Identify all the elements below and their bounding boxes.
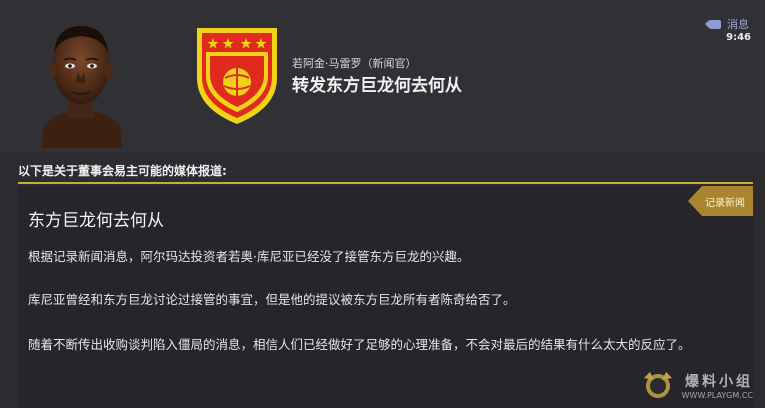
player-avatar bbox=[42, 26, 122, 148]
site-watermark: 爆料小组 WWW.PLAYGM.CC bbox=[640, 370, 753, 400]
article-paragraph: 库尼亚曾经和东方巨龙讨论过接管的事宜，但是他的提议被东方巨龙所有者陈奇给否了。 bbox=[28, 292, 516, 307]
article-paragraph: 根据记录新闻消息，阿尔玛达投资者若奥·库尼亚已经没了接管东方巨龙的兴趣。 bbox=[28, 249, 470, 264]
message-tag-label: 消息 bbox=[727, 18, 749, 31]
watermark-logo-icon bbox=[643, 372, 672, 398]
message-subject: 转发东方巨龙何去何从 bbox=[292, 76, 462, 96]
message-tag[interactable]: 消息 bbox=[705, 16, 749, 32]
watermark-main: 爆料小组 bbox=[685, 373, 753, 390]
message-time: 9:46 bbox=[726, 32, 751, 43]
source-badge: 记录新闻 bbox=[688, 186, 753, 216]
watermark-url: WWW.PLAYGM.CC bbox=[681, 390, 753, 400]
article-paragraph: 随着不断传出收购谈判陷入僵局的消息，相信人们已经做好了足够的心理准备，不会对最后… bbox=[28, 337, 691, 352]
club-crest-icon bbox=[197, 28, 277, 124]
article-title: 东方巨龙何去何从 bbox=[28, 211, 164, 231]
watermark-text: 爆料小组 WWW.PLAYGM.CC bbox=[682, 371, 753, 400]
label-icon bbox=[705, 19, 721, 29]
sender-name: 若阿金·马雷罗（新闻官） bbox=[292, 57, 417, 70]
intro-text: 以下是关于董事会易主可能的媒体报道: bbox=[18, 164, 227, 178]
message-header: 若阿金·马雷罗（新闻官） 转发东方巨龙何去何从 消息 9:46 bbox=[0, 0, 765, 152]
divider bbox=[18, 182, 753, 184]
